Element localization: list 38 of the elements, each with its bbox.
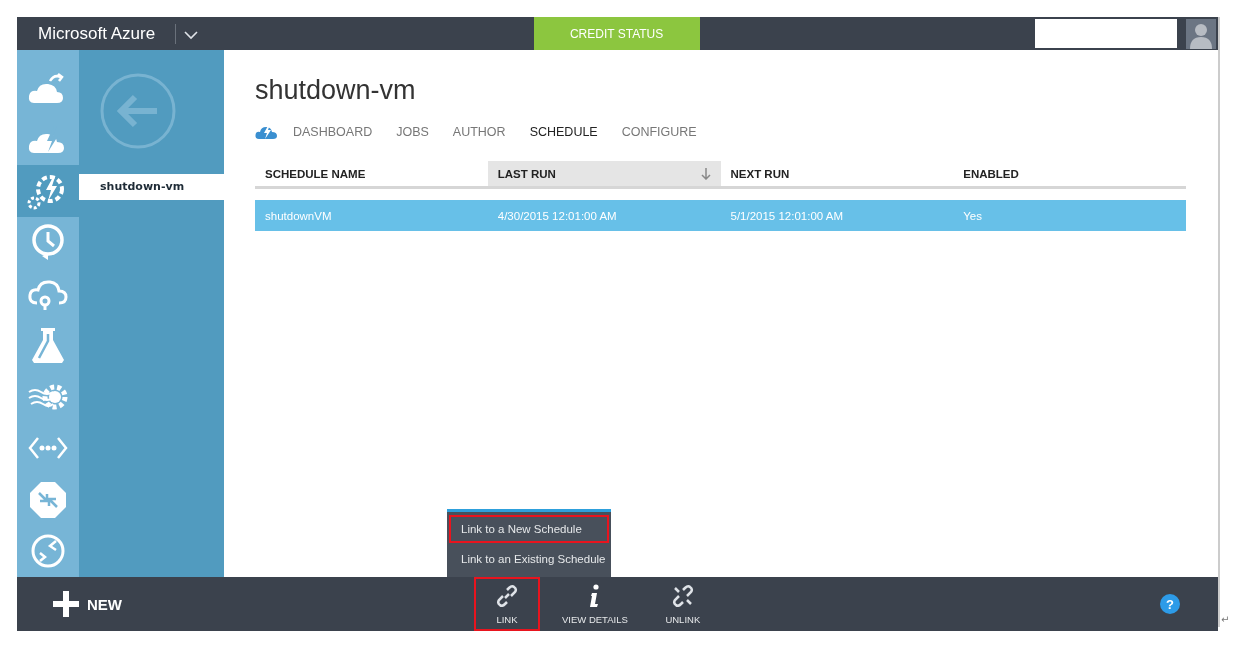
tab[interactable]: AUTHOR bbox=[440, 124, 518, 139]
table-cell-text: Yes bbox=[962, 209, 983, 222]
cloud-bolt-icon bbox=[255, 124, 277, 139]
command-button[interactable]: VIEW DETAILS bbox=[554, 577, 636, 631]
circle-arrows-icon bbox=[30, 533, 66, 570]
panel-item[interactable]: shutdown-vm bbox=[79, 174, 224, 200]
tab[interactable]: DASHBOARD bbox=[277, 124, 385, 139]
avatar-icon[interactable] bbox=[1186, 18, 1216, 49]
tab[interactable]: JOBS bbox=[384, 124, 441, 139]
info-icon bbox=[588, 583, 601, 608]
column-header[interactable]: ENABLED bbox=[953, 161, 1186, 186]
command-button[interactable]: LINK bbox=[474, 577, 540, 631]
clock-cycle-icon bbox=[30, 223, 66, 262]
sort-down-icon bbox=[700, 167, 711, 180]
page-title: shutdown-vm bbox=[255, 75, 417, 106]
column-header[interactable]: LAST RUN bbox=[487, 161, 721, 186]
plus-icon bbox=[53, 591, 79, 617]
portal-title: Microsoft Azure bbox=[38, 23, 156, 44]
menu-item[interactable]: Link to an Existing Schedule bbox=[449, 545, 609, 573]
menu-item[interactable]: Link to a New Schedule bbox=[449, 515, 609, 543]
unlink-icon bbox=[670, 583, 695, 608]
chevron-down-icon[interactable] bbox=[184, 30, 199, 40]
column-header[interactable]: SCHEDULE NAME bbox=[255, 161, 488, 186]
paragraph-mark: ↵ bbox=[1221, 614, 1230, 625]
table-cell-text: 4/30/2015 12:01:00 AM bbox=[496, 209, 618, 222]
flask-icon bbox=[30, 326, 66, 365]
column-header[interactable]: NEXT RUN bbox=[720, 161, 954, 186]
tab[interactable]: SCHEDULE bbox=[517, 124, 610, 139]
arrows-octagon-icon bbox=[29, 480, 67, 519]
search-field[interactable] bbox=[1035, 19, 1177, 48]
nav-item[interactable] bbox=[17, 165, 79, 217]
code-dots-icon bbox=[28, 436, 68, 461]
new-button[interactable]: NEW bbox=[47, 590, 128, 618]
command-button[interactable]: UNLINK bbox=[649, 577, 716, 631]
table-cell-text: 5/1/2015 12:01:00 AM bbox=[729, 209, 845, 222]
tab[interactable]: CONFIGURE bbox=[609, 124, 709, 139]
table-cell-text: shutdownVM bbox=[264, 209, 333, 222]
link-icon bbox=[495, 583, 519, 608]
